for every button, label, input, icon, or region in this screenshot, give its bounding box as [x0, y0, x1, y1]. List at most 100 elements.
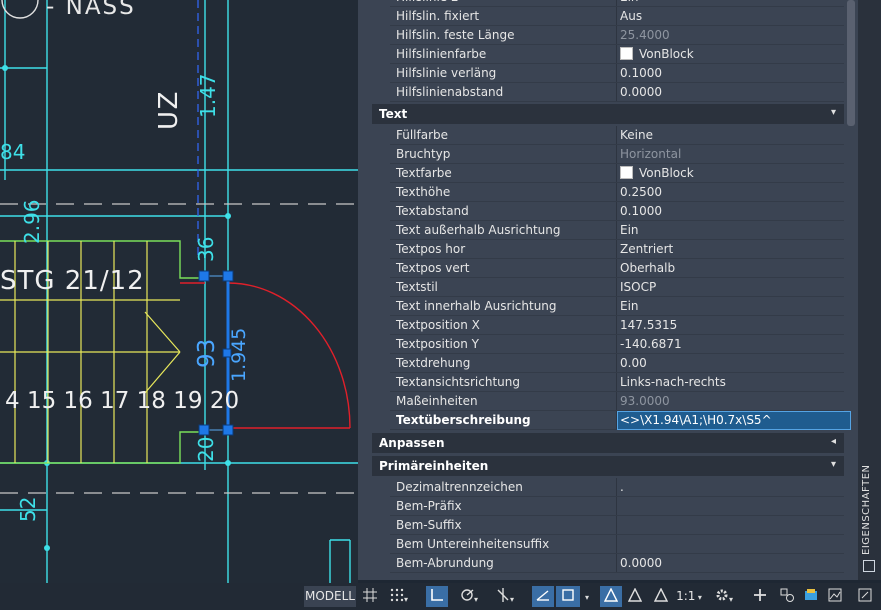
drawing-canvas[interactable]: - NASS STG 21/12 4 15 16 17 18 19 20 UZ …: [0, 0, 358, 583]
property-value: Horizontal: [620, 147, 682, 161]
property-row[interactable]: Hilfslin. feste Länge 25.4000: [372, 26, 844, 45]
scale-selector[interactable]: 1:1 ▾: [674, 586, 704, 607]
property-label: Füllfarbe: [396, 128, 449, 142]
uz-label: UZ: [154, 89, 184, 130]
property-row[interactable]: Textansichtsrichtung Links-nach-rechts: [372, 373, 844, 392]
property-row[interactable]: Textfarbe VonBlock: [372, 164, 844, 183]
property-label: Textansichtsrichtung: [396, 375, 520, 389]
object-track-icon[interactable]: [532, 586, 554, 607]
isodraft-icon[interactable]: ▾: [490, 586, 520, 607]
object-snap-icon[interactable]: [556, 586, 580, 607]
property-label: Textstil: [396, 280, 438, 294]
property-row[interactable]: Füllfarbe Keine: [372, 126, 844, 145]
auto-scale-icon[interactable]: [624, 586, 646, 607]
dim-84: 84: [0, 140, 26, 164]
property-value: Aus: [620, 9, 643, 23]
property-value: Ein: [620, 299, 639, 313]
property-label: Bem Untereinheitensuffix: [396, 537, 550, 551]
property-row[interactable]: Bem-Suffix: [372, 516, 844, 535]
property-label: Textfarbe: [396, 166, 452, 180]
isolate-objects-icon[interactable]: [776, 586, 798, 607]
property-label: Hilfslin. feste Länge: [396, 28, 515, 42]
property-value: -140.6871: [620, 337, 682, 351]
color-swatch: [620, 47, 633, 60]
object-snap-dropdown[interactable]: ▾: [581, 586, 593, 607]
property-row[interactable]: Bem-Abrundung 0.0000: [372, 554, 844, 573]
property-value: 0.1000: [620, 66, 662, 80]
property-label: Textüberschreibung: [396, 413, 531, 427]
property-row[interactable]: Maßeinheiten 93.0000: [372, 392, 844, 411]
snap-icon[interactable]: ▾: [384, 586, 414, 607]
dim-52: 52: [16, 496, 40, 522]
property-row[interactable]: Textabstand 0.1000: [372, 202, 844, 221]
property-label: Bruchtyp: [396, 147, 451, 161]
property-row[interactable]: Hilfslinie verläng 0.1000: [372, 64, 844, 83]
clean-screen-icon[interactable]: [824, 586, 846, 607]
section-text[interactable]: Text ▾: [372, 104, 844, 124]
section-collapse-icon[interactable]: ▾: [831, 107, 836, 118]
property-row[interactable]: Text außerhalb Ausrichtung Ein: [372, 221, 844, 240]
scale-value: 1:1: [676, 589, 696, 603]
property-value: Zentriert: [620, 242, 674, 256]
property-row[interactable]: Bem-Präfix: [372, 497, 844, 516]
property-row[interactable]: Dezimaltrennzeichen.: [372, 478, 844, 497]
property-label: Textpos hor: [396, 242, 466, 256]
property-value: 0.2500: [620, 185, 662, 199]
palette-icon[interactable]: [863, 560, 875, 572]
property-row[interactable]: Textdrehung 0.00: [372, 354, 844, 373]
section-primaereinheiten[interactable]: Primäreinheiten ▾: [372, 456, 844, 476]
annotation-visibility-icon[interactable]: [600, 586, 622, 607]
property-value: VonBlock: [620, 166, 694, 180]
property-label: Texthöhe: [396, 185, 451, 199]
property-row[interactable]: Textposition X 147.5315: [372, 316, 844, 335]
panel-scrollbar[interactable]: [847, 0, 855, 126]
property-value: Links-nach-rechts: [620, 375, 726, 389]
dim-147: 1.47: [196, 73, 220, 118]
fullscreen-icon[interactable]: [854, 586, 876, 607]
property-row[interactable]: Hilfslinie 2 Ein: [372, 0, 844, 7]
room-label: - NASS: [46, 0, 136, 20]
property-value: Ein: [620, 0, 639, 4]
property-value: 0.1000: [620, 204, 662, 218]
ortho-icon[interactable]: [426, 586, 448, 607]
section-anpassen[interactable]: Anpassen ◂: [372, 433, 844, 453]
text-override-input[interactable]: <>\X1.94\A1;\H0.7x\S5^: [617, 411, 851, 430]
properties-panel: Hilfslinie 2EinHilfslin. fixiertAusHilfs…: [358, 0, 858, 580]
properties-side-tab[interactable]: EIGENSCHAFTEN: [858, 0, 881, 580]
property-value: Ein: [620, 223, 639, 237]
property-row[interactable]: Bem Untereinheitensuffix: [372, 535, 844, 554]
section-collapse-icon[interactable]: ▾: [831, 459, 836, 470]
polar-icon[interactable]: ▾: [452, 586, 486, 607]
property-value: .: [620, 480, 624, 494]
dim-296: 2.96: [20, 199, 44, 244]
property-value-text: VonBlock: [639, 47, 694, 61]
section-collapse-icon[interactable]: ◂: [831, 436, 836, 447]
property-value: 0.0000: [620, 556, 662, 570]
hardware-acceleration-icon[interactable]: [800, 586, 822, 607]
property-row[interactable]: Textüberschreibung <>\X1.94\A1;\H0.7x\S5^: [372, 411, 851, 430]
property-value-text: VonBlock: [639, 166, 694, 180]
property-row[interactable]: Textpos vert Oberhalb: [372, 259, 844, 278]
property-row[interactable]: Textstil ISOCP: [372, 278, 844, 297]
property-row[interactable]: Hilfslinienabstand 0.0000: [372, 83, 844, 102]
property-row[interactable]: Hilfslinienfarbe VonBlock: [372, 45, 844, 64]
grip-4: [222, 424, 234, 436]
property-row[interactable]: Textpos hor Zentriert: [372, 240, 844, 259]
property-label: Hilfslin. fixiert: [396, 9, 480, 23]
property-label: Textabstand: [396, 204, 469, 218]
property-value: 0.0000: [620, 85, 662, 99]
property-row[interactable]: Textposition Y -140.6871: [372, 335, 844, 354]
property-value: VonBlock: [620, 47, 694, 61]
property-value: 93.0000: [620, 394, 670, 408]
property-label: Bem-Suffix: [396, 518, 462, 532]
property-row[interactable]: Bruchtyp Horizontal: [372, 145, 844, 164]
property-row[interactable]: Texthöhe 0.2500: [372, 183, 844, 202]
plus-icon[interactable]: [750, 586, 770, 607]
property-row[interactable]: Hilfslin. fixiert Aus: [372, 7, 844, 26]
annotation-scale-icon[interactable]: [650, 586, 672, 607]
app-window: - NASS STG 21/12 4 15 16 17 18 19 20 UZ …: [0, 0, 881, 610]
grid-icon[interactable]: [360, 586, 380, 607]
workspace-gear-icon[interactable]: ▾: [708, 586, 740, 607]
model-space-button[interactable]: MODELL: [304, 586, 356, 607]
property-row[interactable]: Text innerhalb Ausrichtung Ein: [372, 297, 844, 316]
